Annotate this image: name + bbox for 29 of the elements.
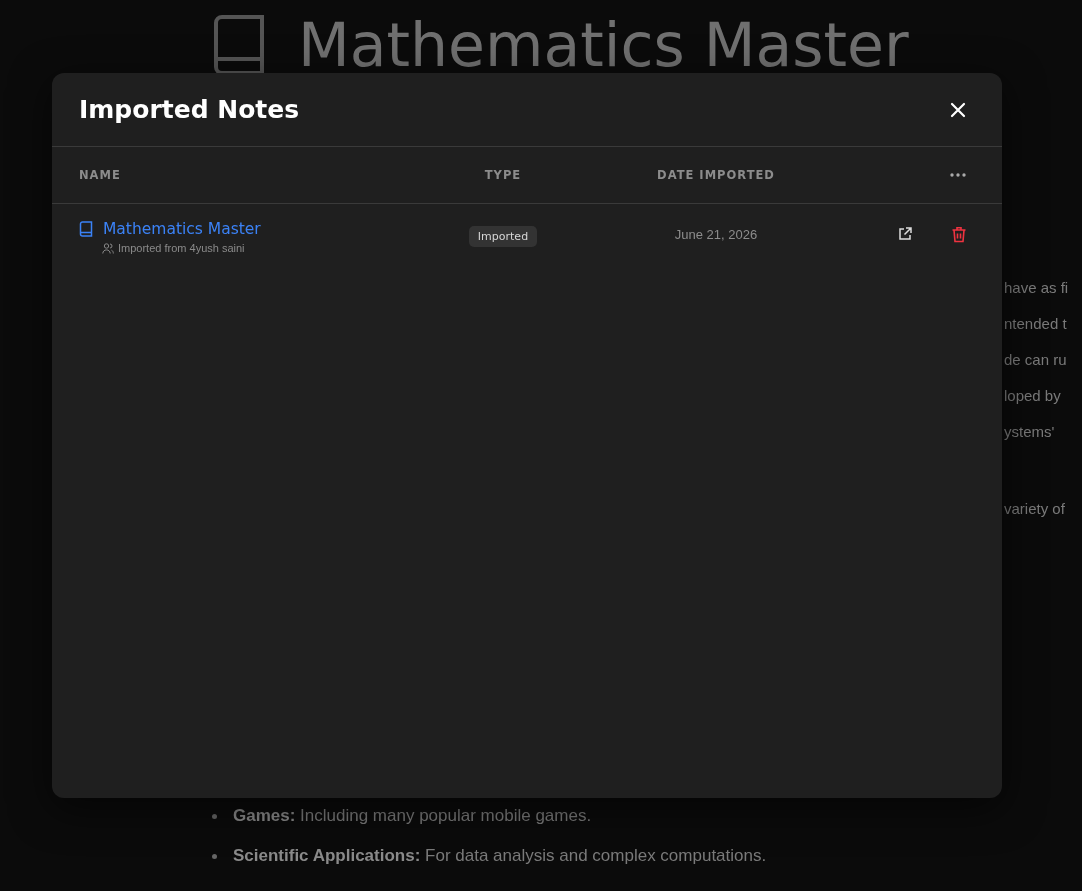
book-icon: [79, 221, 93, 237]
type-tag: Imported: [468, 225, 538, 247]
date-text: June 21, 2026: [674, 226, 758, 242]
close-icon: [950, 101, 966, 118]
column-header: DATE IMPORTED: [657, 168, 775, 182]
column-header: TYPE: [484, 168, 522, 182]
paragraph-text: ystems': [1004, 422, 1055, 442]
import-source-text: Imported from 4yush saini: [118, 242, 245, 254]
paragraph-text: variety of: [1004, 499, 1065, 519]
list-item-text: Games: Including many popular mobile games.: [233, 806, 592, 826]
dialog-title: Imported Notes: [79, 95, 300, 124]
close-button[interactable]: [950, 101, 966, 118]
external-link-icon: [897, 225, 913, 242]
column-header: NAME: [79, 168, 122, 182]
more-icon: [950, 173, 966, 177]
users-icon: [102, 242, 114, 254]
list-item-text: Scientific Applications: For data analysis and complex computations.: [233, 846, 767, 866]
paragraph-text: loped by: [1004, 386, 1061, 406]
paragraph-text: ntended t: [1004, 314, 1067, 334]
more-button[interactable]: [950, 173, 966, 177]
delete-button[interactable]: [951, 225, 967, 243]
paragraph-text: de can ru: [1004, 350, 1067, 370]
trash-icon: [951, 225, 967, 243]
page-title: Mathematics Master: [298, 10, 909, 80]
bullet-icon: [212, 813, 217, 819]
note-link[interactable]: Mathematics Master: [103, 220, 261, 238]
paragraph-text: have as fi: [1004, 278, 1069, 298]
open-button[interactable]: [897, 225, 913, 243]
bullet-icon: [212, 853, 217, 859]
